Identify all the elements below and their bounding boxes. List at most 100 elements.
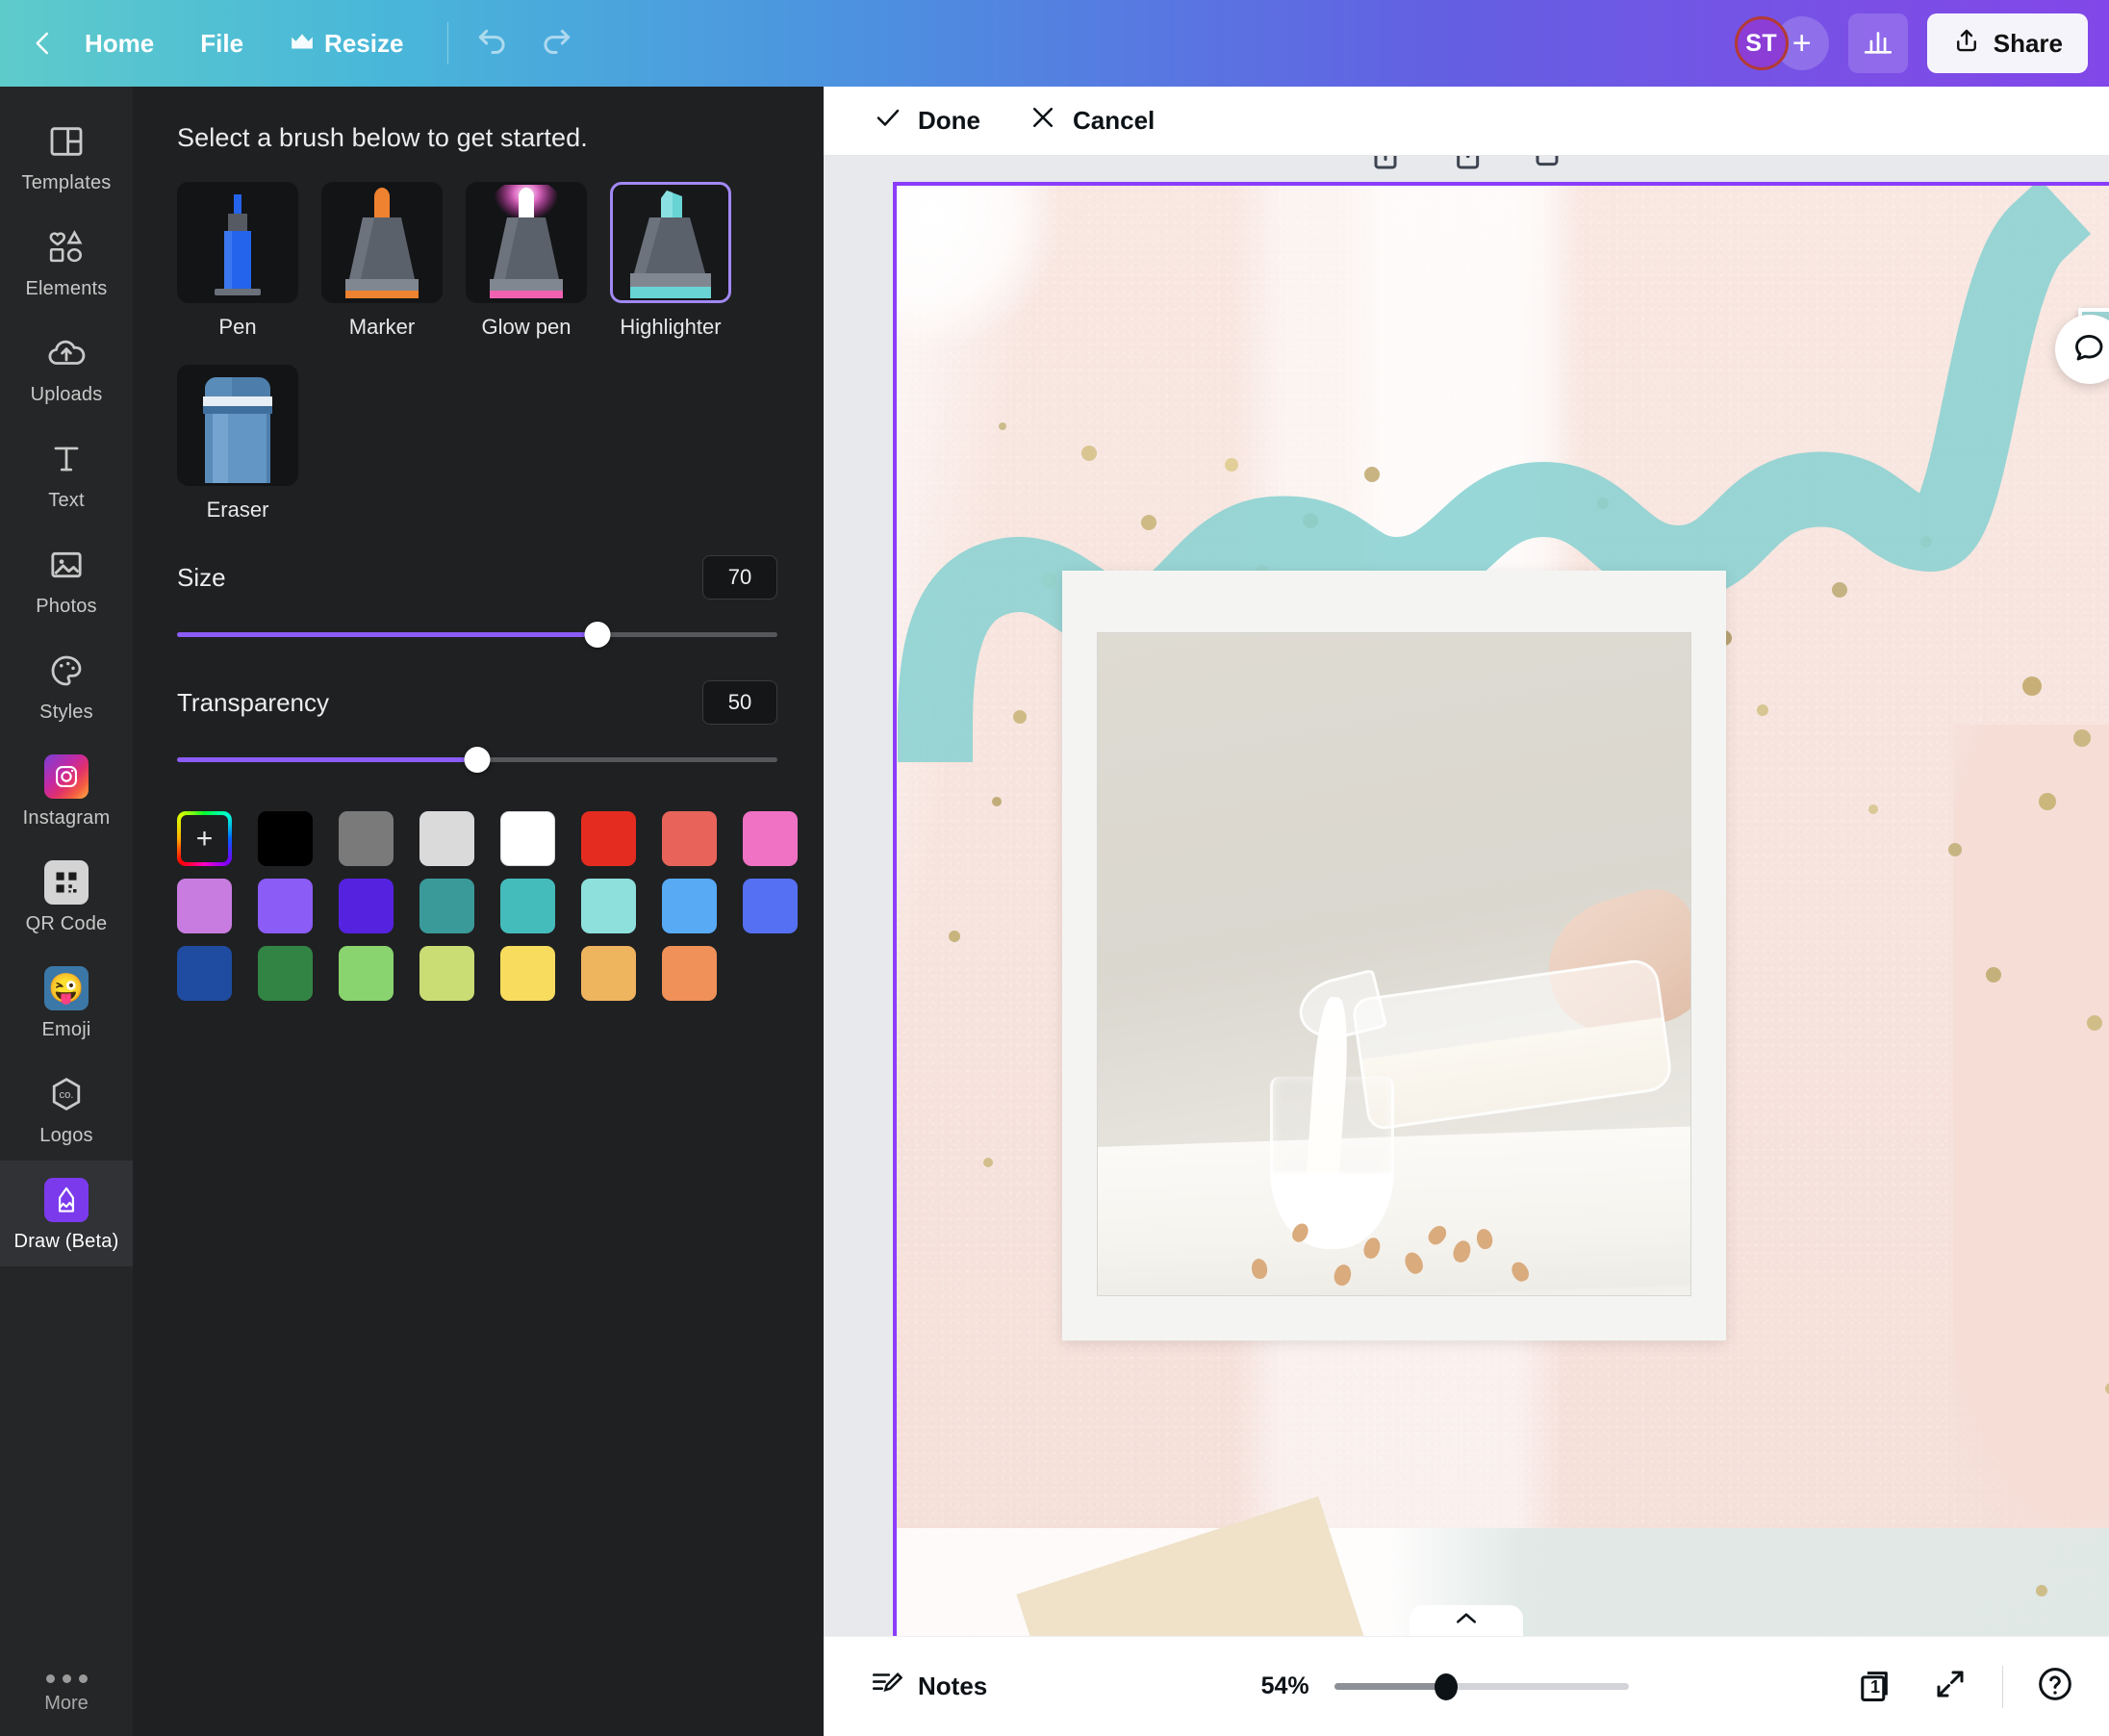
- transparency-slider-fill: [177, 756, 477, 762]
- sidebar-item-label: Text: [48, 490, 85, 511]
- color-swatch[interactable]: [662, 946, 717, 1001]
- color-swatch[interactable]: [258, 946, 313, 1001]
- crown-icon: [290, 29, 315, 59]
- lock-icon[interactable]: [1528, 156, 1566, 177]
- panel-collapse-button[interactable]: [822, 893, 824, 1007]
- duplicate-page-icon[interactable]: [1366, 156, 1405, 177]
- collaborators-group: ST +: [1734, 16, 1829, 70]
- sidebar-item-draw[interactable]: Draw (Beta): [0, 1161, 133, 1266]
- sidebar-item-instagram[interactable]: Instagram: [0, 737, 133, 843]
- done-label: Done: [918, 106, 980, 135]
- insights-button[interactable]: [1847, 13, 1908, 73]
- sidebar-item-text[interactable]: Text: [0, 420, 133, 525]
- file-menu-button[interactable]: File: [177, 19, 267, 68]
- color-swatch[interactable]: [581, 946, 636, 1001]
- color-swatch[interactable]: [339, 946, 394, 1001]
- add-color-button[interactable]: +: [177, 811, 232, 866]
- bottom-right-controls: 1: [1850, 1660, 2082, 1714]
- transparency-value-input[interactable]: 50: [702, 680, 777, 725]
- sidebar-item-label: Elements: [25, 278, 108, 299]
- color-swatch[interactable]: [743, 811, 798, 866]
- photo-frame[interactable]: [1062, 571, 1726, 1340]
- sidebar-item-templates[interactable]: Templates: [0, 102, 133, 208]
- done-button[interactable]: Done: [852, 93, 1002, 148]
- home-menu-button[interactable]: Home: [62, 19, 177, 68]
- undo-icon[interactable]: [470, 20, 516, 66]
- brush-option-pen[interactable]: Pen: [177, 182, 298, 340]
- brush-label: Glow pen: [481, 315, 572, 339]
- sidebar-item-uploads[interactable]: Uploads: [0, 314, 133, 420]
- text-icon: [44, 437, 89, 481]
- canva-editor-app: Home File Resize ST + Share Templates El…: [0, 0, 2109, 1736]
- brush-option-highlighter[interactable]: Highlighter: [610, 182, 731, 340]
- home-label: Home: [85, 28, 155, 58]
- cancel-label: Cancel: [1073, 106, 1156, 135]
- sidebar-item-logos[interactable]: co. Logos: [0, 1055, 133, 1161]
- share-button[interactable]: Share: [1926, 13, 2088, 73]
- expand-icon: [1933, 1667, 1968, 1706]
- transparency-slider-knob[interactable]: [464, 746, 491, 773]
- brush-option-marker[interactable]: Marker: [321, 182, 443, 340]
- color-swatch[interactable]: [177, 879, 232, 933]
- color-swatch[interactable]: [258, 811, 313, 866]
- cancel-button[interactable]: Cancel: [1007, 93, 1176, 148]
- color-swatch[interactable]: [500, 946, 555, 1001]
- bottom-divider: [2002, 1665, 2003, 1708]
- notes-button[interactable]: Notes: [852, 1655, 1004, 1718]
- color-swatch[interactable]: [177, 946, 232, 1001]
- size-slider[interactable]: [177, 621, 777, 648]
- color-swatch[interactable]: [339, 811, 394, 866]
- highlighter-brush-icon: [610, 182, 731, 303]
- fullscreen-button[interactable]: [1923, 1660, 1977, 1714]
- size-slider-fill: [177, 631, 597, 637]
- color-swatch[interactable]: [339, 879, 394, 933]
- color-swatch[interactable]: [419, 879, 474, 933]
- size-slider-knob[interactable]: [584, 621, 611, 648]
- brush-label: Pen: [218, 315, 257, 339]
- sidebar-item-photos[interactable]: Photos: [0, 525, 133, 631]
- draw-toolbar: Done Cancel: [824, 87, 2109, 156]
- resize-button[interactable]: Resize: [267, 19, 426, 68]
- glow-pen-brush-icon: [466, 182, 587, 303]
- zoom-percent-label[interactable]: 54%: [1227, 1672, 1309, 1700]
- back-chevron-icon[interactable]: [27, 27, 60, 60]
- sidebar-item-label: Emoji: [41, 1019, 91, 1040]
- color-swatch[interactable]: [419, 946, 474, 1001]
- zoom-slider[interactable]: [1334, 1672, 1629, 1700]
- notes-icon: [870, 1667, 903, 1706]
- pages-icon: 1: [1856, 1666, 1898, 1708]
- sidebar-item-more[interactable]: More: [0, 1655, 133, 1736]
- canvas-collapse-button[interactable]: [1410, 1605, 1523, 1636]
- transparency-slider[interactable]: [177, 746, 777, 773]
- draw-pen-icon: [44, 1178, 89, 1222]
- top-bar-left-group: Home File Resize: [27, 19, 579, 68]
- more-label: More: [44, 1693, 89, 1714]
- design-page[interactable]: [893, 182, 2109, 1636]
- canvas-area[interactable]: [824, 156, 2109, 1636]
- pages-button[interactable]: 1: [1850, 1660, 1904, 1714]
- color-swatch[interactable]: [662, 811, 717, 866]
- color-swatch[interactable]: [662, 879, 717, 933]
- sidebar-item-elements[interactable]: Elements: [0, 208, 133, 314]
- sidebar-item-qr-code[interactable]: QR Code: [0, 843, 133, 949]
- pen-brush-icon: [177, 182, 298, 303]
- color-swatch[interactable]: [500, 879, 555, 933]
- size-value-input[interactable]: 70: [702, 555, 777, 600]
- color-swatch[interactable]: [500, 811, 555, 866]
- photo-table: [1098, 1124, 1690, 1295]
- brush-option-eraser[interactable]: Eraser: [177, 365, 298, 523]
- color-swatch[interactable]: [258, 879, 313, 933]
- color-swatch[interactable]: [581, 811, 636, 866]
- zoom-slider-knob[interactable]: [1434, 1672, 1458, 1700]
- sidebar-item-styles[interactable]: Styles: [0, 631, 133, 737]
- avatar[interactable]: ST: [1734, 16, 1789, 70]
- color-swatch[interactable]: [419, 811, 474, 866]
- eraser-brush-icon: [177, 365, 298, 486]
- help-button[interactable]: [2028, 1660, 2082, 1714]
- add-page-icon[interactable]: [1447, 156, 1486, 177]
- color-swatch[interactable]: [743, 879, 798, 933]
- brush-option-glow-pen[interactable]: Glow pen: [466, 182, 587, 340]
- sidebar-item-emoji[interactable]: 😜 Emoji: [0, 949, 133, 1055]
- redo-icon[interactable]: [533, 20, 579, 66]
- color-swatch[interactable]: [581, 879, 636, 933]
